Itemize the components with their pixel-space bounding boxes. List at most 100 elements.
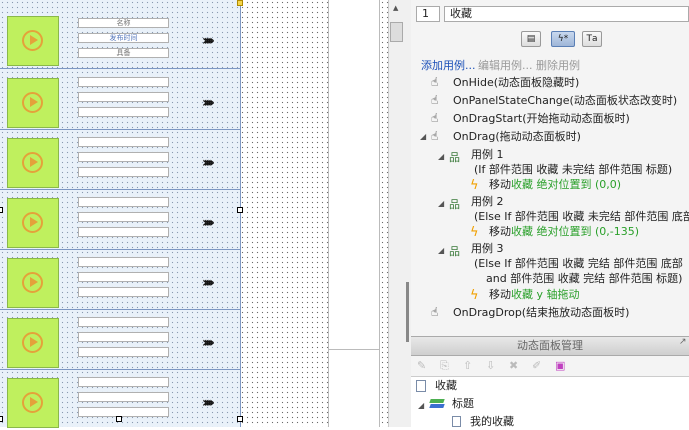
- resize-handle[interactable]: [116, 416, 122, 422]
- action-verb: 移动: [489, 225, 511, 238]
- state-icon: [452, 416, 461, 427]
- list-item[interactable]: 名称 发布时间 具备 ›››››: [0, 7, 240, 69]
- chevron-right-icon: ›››››: [202, 215, 215, 231]
- case-icon: 品: [449, 198, 460, 211]
- scrollbar-thumb[interactable]: [390, 22, 403, 42]
- action-verb: 移动: [489, 288, 511, 301]
- thumbnail-image: [7, 318, 59, 368]
- collapse-triangle-icon[interactable]: ◢: [438, 246, 444, 255]
- splitter-grip[interactable]: [406, 282, 409, 342]
- collapse-arrow-icon[interactable]: ↗: [679, 337, 687, 347]
- hand-pointer-icon: ☝: [431, 93, 439, 107]
- thumbnail-image: [7, 378, 59, 428]
- edit-all-states-icon[interactable]: ▣: [555, 360, 567, 372]
- layers-icon: [429, 399, 446, 411]
- resize-handle[interactable]: [237, 416, 243, 422]
- text-placeholder: [78, 332, 169, 342]
- thumbnail-image: [7, 78, 59, 128]
- notes-icon: ▤: [526, 34, 536, 44]
- scroll-up-icon[interactable]: ▲: [393, 4, 398, 12]
- lightning-icon: ϟ*: [557, 34, 569, 44]
- event-ondragdrop[interactable]: OnDragDrop(结束拖放动态面板时): [453, 304, 629, 321]
- interactions-tab[interactable]: ϟ*: [551, 31, 575, 47]
- case-2-action[interactable]: 移动收藏 绝对位置到 (0,-135): [489, 223, 639, 240]
- resize-handle[interactable]: [237, 207, 243, 213]
- play-icon: [22, 30, 43, 51]
- resize-handle[interactable]: [0, 207, 3, 213]
- case-3-action[interactable]: 移动收藏 y 轴拖动: [489, 286, 580, 303]
- collapse-triangle-icon[interactable]: ◢: [418, 401, 424, 410]
- action-verb: 移动: [489, 178, 511, 191]
- edit-case-link[interactable]: 编辑用例...: [478, 57, 533, 73]
- event-ondrag[interactable]: OnDrag(拖动动态面板时): [453, 128, 581, 145]
- collapse-triangle-icon[interactable]: ◢: [438, 199, 444, 208]
- dynamic-panel-manager-header[interactable]: 动态面板管理: [411, 336, 689, 356]
- page-icon: [416, 380, 426, 392]
- dynamic-panel-collection[interactable]: 名称 发布时间 具备 ››››› ››››› ››››› ››››› ›››››: [0, 0, 241, 428]
- play-icon: [22, 272, 43, 293]
- move-up-icon[interactable]: ⇧: [463, 360, 475, 372]
- action-target: 收藏 y 轴拖动: [511, 288, 580, 301]
- collapse-triangle-icon[interactable]: ◢: [420, 132, 426, 141]
- event-ondragstart[interactable]: OnDragStart(开始拖动动态面板时): [453, 110, 630, 127]
- duplicate-state-icon[interactable]: ⎘: [440, 360, 452, 372]
- list-item[interactable]: ›››››: [0, 249, 240, 310]
- collapse-triangle-icon[interactable]: ◢: [438, 152, 444, 161]
- text-placeholder: [78, 392, 169, 402]
- chevron-right-icon: ›››››: [202, 33, 215, 49]
- hand-pointer-icon: ☝: [431, 129, 439, 143]
- add-state-icon[interactable]: ✎: [417, 360, 429, 372]
- text-placeholder: [78, 257, 169, 267]
- chevron-right-icon: ›››››: [202, 155, 215, 171]
- tree-node-my-favorites[interactable]: 我的收藏: [470, 413, 514, 430]
- play-icon: [22, 152, 43, 173]
- index-field[interactable]: 1: [416, 6, 440, 22]
- thumbnail-image: [7, 198, 59, 248]
- case-icon: 品: [449, 245, 460, 258]
- phone-frame-edge: [328, 0, 380, 427]
- text-placeholder: [78, 272, 169, 282]
- list-item[interactable]: ›››››: [0, 69, 240, 130]
- text-style-icon: Tа: [586, 34, 598, 44]
- tree-node-favorites[interactable]: 收藏: [435, 377, 457, 394]
- hand-pointer-icon: ☝: [431, 111, 439, 125]
- text-placeholder: [78, 227, 169, 237]
- resize-handle[interactable]: [237, 0, 243, 6]
- list-item[interactable]: ›››››: [0, 129, 240, 190]
- list-item[interactable]: ›››››: [0, 309, 240, 370]
- text-placeholder: [78, 137, 169, 147]
- hand-pointer-icon: ☝: [431, 75, 439, 89]
- play-icon: [22, 332, 43, 353]
- panel-manager-toolbar: [411, 356, 689, 377]
- delete-case-link[interactable]: 删除用例: [536, 57, 580, 73]
- lightning-icon: ϟ: [470, 178, 479, 193]
- date-field: 发布时间: [78, 33, 169, 43]
- add-case-link[interactable]: 添加用例...: [421, 57, 476, 73]
- delete-state-icon[interactable]: ✖: [509, 360, 521, 372]
- edit-state-icon[interactable]: ✐: [532, 360, 544, 372]
- canvas-scrollbar[interactable]: ▲: [388, 0, 406, 427]
- text-placeholder: [78, 407, 169, 417]
- chevron-right-icon: ›››››: [202, 275, 215, 291]
- action-target: 收藏 绝对位置到 (0,0): [511, 178, 622, 191]
- text-placeholder: [78, 212, 169, 222]
- lightning-icon: ϟ: [470, 225, 479, 240]
- case-icon: 品: [449, 151, 460, 164]
- widget-name-field[interactable]: 收藏: [444, 6, 689, 22]
- style-tab[interactable]: Tа: [582, 31, 602, 47]
- name-field: 名称: [78, 18, 169, 28]
- thumbnail-image: [7, 258, 59, 308]
- chevron-right-icon: ›››››: [202, 95, 215, 111]
- text-placeholder: [78, 167, 169, 177]
- hand-pointer-icon: ☝: [431, 305, 439, 319]
- case-1-action[interactable]: 移动收藏 绝对位置到 (0,0): [489, 176, 621, 193]
- play-icon: [22, 92, 43, 113]
- list-item[interactable]: ›››››: [0, 189, 240, 250]
- event-onhide[interactable]: OnHide(动态面板隐藏时): [453, 74, 579, 91]
- resize-handle[interactable]: [0, 416, 3, 422]
- text-placeholder: [78, 77, 169, 87]
- event-onpanelstatechange[interactable]: OnPanelStateChange(动态面板状态改变时): [453, 92, 677, 109]
- move-down-icon[interactable]: ⇩: [486, 360, 498, 372]
- notes-tab[interactable]: ▤: [521, 31, 541, 47]
- tree-node-title[interactable]: 标题: [452, 395, 474, 412]
